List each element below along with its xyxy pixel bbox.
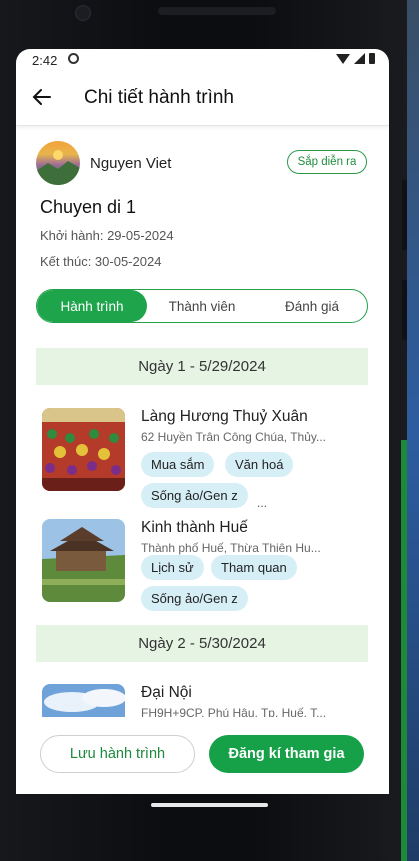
day-header: Ngày 2 - 5/30/2024 (36, 625, 368, 662)
join-trip-button[interactable]: Đăng kí tham gia (209, 735, 364, 773)
tag-chip: Lịch sử (141, 555, 204, 580)
status-icons (336, 53, 375, 64)
incense-village-image (42, 408, 125, 491)
page-title: Chi tiết hành trình (84, 87, 234, 108)
place-item[interactable]: Làng Hương Thuỷ Xuân 62 Huyền Trân Công … (42, 408, 362, 510)
tag-chip: Mua sắm (141, 452, 215, 477)
avatar[interactable] (36, 141, 80, 185)
segment-tabs: Hành trình Thành viên Đánh giá (36, 289, 368, 323)
app-screen: 2:42 Chi tiết hành trình Nguyen Viet Sắp… (16, 49, 389, 794)
status-time: 2:42 (32, 53, 58, 68)
place-name: Làng Hương Thuỷ Xuân (141, 408, 308, 425)
tab-reviews[interactable]: Đánh giá (257, 290, 367, 322)
front-camera (75, 5, 91, 21)
app-header: Chi tiết hành trình (16, 71, 389, 126)
notification-icon (68, 53, 79, 64)
day-header: Ngày 1 - 5/29/2024 (36, 348, 368, 385)
power-button[interactable] (402, 180, 407, 250)
place-item[interactable]: Đại Nội FH9H+9CP, Phú Hậu, Tp. Huế, T... (42, 684, 362, 717)
place-name: Đại Nội (141, 684, 192, 701)
trip-name: Chuyen di 1 (40, 197, 137, 217)
avatar-landscape-icon (36, 150, 80, 185)
status-bar: 2:42 (16, 49, 389, 71)
signal-icon (354, 53, 365, 64)
place-item[interactable]: Kinh thành Huế Thành phố Huế, Thừa Thiên… (42, 519, 362, 619)
bottom-action-bar: Lưu hành trình Đăng kí tham gia (16, 719, 389, 794)
place-thumbnail (42, 519, 125, 602)
citadel-image (42, 519, 125, 602)
imperial-city-image (42, 684, 125, 717)
tag-chip: Văn hoá (225, 452, 294, 477)
volume-button[interactable] (402, 280, 407, 340)
earpiece-speaker (158, 7, 276, 15)
status-badge: Sắp diễn ra (287, 150, 367, 174)
place-address: 62 Huyền Trân Công Chúa, Thủy... (141, 430, 326, 444)
place-thumbnail (42, 408, 125, 491)
save-itinerary-button[interactable]: Lưu hành trình (40, 735, 195, 773)
desktop-background-strip (407, 0, 419, 861)
wifi-icon (336, 53, 350, 64)
tag-chip: Sống ảo/Gen z (141, 483, 248, 508)
desktop-edge (401, 440, 407, 861)
place-thumbnail (42, 684, 125, 717)
owner-name: Nguyen Viet (90, 155, 172, 172)
trip-end-date: Kết thúc: 30-05-2024 (40, 254, 162, 269)
home-indicator[interactable] (151, 803, 268, 807)
back-arrow-icon[interactable] (32, 87, 52, 107)
place-address: FH9H+9CP, Phú Hậu, Tp. Huế, T... (141, 706, 327, 717)
place-name: Kinh thành Huế (141, 519, 248, 536)
place-address: Thành phố Huế, Thừa Thiên Hu... (141, 541, 321, 555)
trip-start-date: Khởi hành: 29-05-2024 (40, 228, 174, 243)
battery-icon (369, 53, 375, 64)
tag-chip: Tham quan (211, 555, 297, 580)
tag-chip: Sống ảo/Gen z (141, 586, 248, 611)
more-tags-indicator: ... (257, 496, 268, 510)
tab-members[interactable]: Thành viên (147, 290, 257, 322)
tab-itinerary[interactable]: Hành trình (37, 290, 147, 322)
itinerary-list[interactable]: Ngày 1 - 5/29/2024 Làng Hương Thuỷ Xuân … (16, 339, 389, 717)
